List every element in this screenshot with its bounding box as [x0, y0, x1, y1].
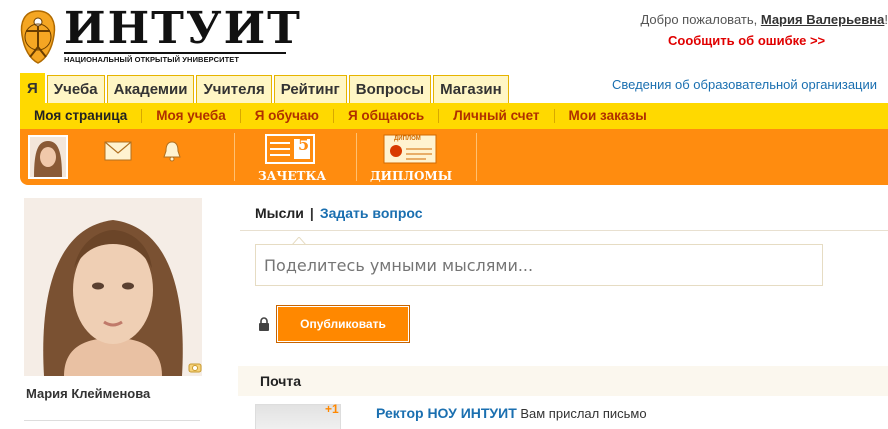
tab-academies[interactable]: Академии	[106, 75, 195, 103]
subnav-account[interactable]: Личный счет	[439, 109, 555, 123]
profile-photo[interactable]	[24, 198, 202, 376]
tab-shop[interactable]: Магазин	[433, 75, 509, 103]
publish-button[interactable]: Опубликовать	[276, 305, 410, 343]
logo-underline	[64, 52, 286, 54]
tab-thoughts[interactable]: Мысли	[255, 205, 304, 221]
logo-subtitle: НАЦИОНАЛЬНЫЙ ОТКРЫТЫЙ УНИВЕРСИТЕТ	[64, 55, 240, 64]
diplomas-label[interactable]: ДИПЛОМЫ	[370, 169, 452, 183]
lock-icon[interactable]	[258, 317, 270, 331]
mini-avatar[interactable]	[28, 135, 68, 179]
main-tabs: Я Учеба Академии Учителя Рейтинг Вопросы…	[20, 73, 511, 103]
mail-sender-link[interactable]: Ректор НОУ ИНТУИТ	[376, 405, 517, 421]
new-mail-count-badge: +1	[325, 402, 339, 416]
quick-access-bar: 5 ЗАЧЕТКА ДИПЛОМ ДИПЛОМЫ	[20, 129, 888, 185]
bar-divider	[356, 133, 357, 181]
site-header: ИНТУИТ НАЦИОНАЛЬНЫЙ ОТКРЫТЫЙ УНИВЕРСИТЕТ…	[0, 0, 888, 72]
thoughts-tabs: Мысли | Задать вопрос	[255, 205, 423, 221]
tab-rating[interactable]: Рейтинг	[273, 75, 347, 103]
subnav-my-orders[interactable]: Мои заказы	[555, 109, 661, 123]
tab-study[interactable]: Учеба	[46, 75, 105, 103]
mail-item: Ректор НОУ ИНТУИТ Вам прислал письмо	[376, 405, 647, 421]
mail-section-title: Почта	[238, 366, 888, 396]
subnav-bar: Моя страница Моя учеба Я обучаю Я общаюс…	[20, 103, 888, 129]
gradebook-label[interactable]: ЗАЧЕТКА	[258, 169, 326, 183]
change-photo-icon[interactable]	[188, 361, 202, 373]
tab-questions[interactable]: Вопросы	[348, 75, 432, 103]
report-error-link[interactable]: Сообщить об ошибке >>	[668, 33, 825, 48]
bar-divider	[476, 133, 477, 181]
welcome-message: Добро пожаловать, Мария Валерьевна!	[640, 12, 888, 27]
bar-divider	[234, 133, 235, 181]
user-full-name-link[interactable]: Мария Валерьевна	[761, 12, 885, 27]
messages-envelope-icon[interactable]	[104, 139, 132, 161]
logo-wordmark[interactable]: ИНТУИТ	[64, 6, 302, 52]
tab-ask-question[interactable]: Задать вопрос	[320, 205, 423, 221]
profile-name[interactable]: Мария Клейменова	[26, 386, 150, 401]
mini-avatar-face-icon	[30, 137, 66, 177]
left-divider	[24, 420, 200, 421]
intuit-logo-icon[interactable]	[16, 9, 60, 65]
section-divider	[240, 230, 888, 231]
tab-teachers[interactable]: Учителя	[196, 75, 272, 103]
welcome-suffix: !	[884, 12, 888, 27]
subnav-my-page[interactable]: Моя страница	[20, 109, 143, 123]
diploma-mini-text: ДИПЛОМ	[394, 136, 421, 142]
welcome-prefix: Добро пожаловать,	[640, 12, 761, 27]
subnav-i-communicate[interactable]: Я общаюсь	[334, 109, 440, 123]
mail-item-text: Вам прислал письмо	[516, 406, 647, 421]
profile-photo-image	[24, 198, 202, 376]
notifications-bell-icon[interactable]	[160, 139, 184, 163]
thought-input[interactable]	[255, 244, 823, 286]
subnav-my-study[interactable]: Моя учеба	[142, 109, 241, 123]
edu-organization-link[interactable]: Сведения об образовательной организации	[612, 77, 877, 92]
gradebook-number: 5	[298, 135, 310, 154]
tab-me[interactable]: Я	[20, 73, 45, 103]
subnav-i-teach[interactable]: Я обучаю	[241, 109, 334, 123]
tabs-separator: |	[309, 205, 314, 221]
